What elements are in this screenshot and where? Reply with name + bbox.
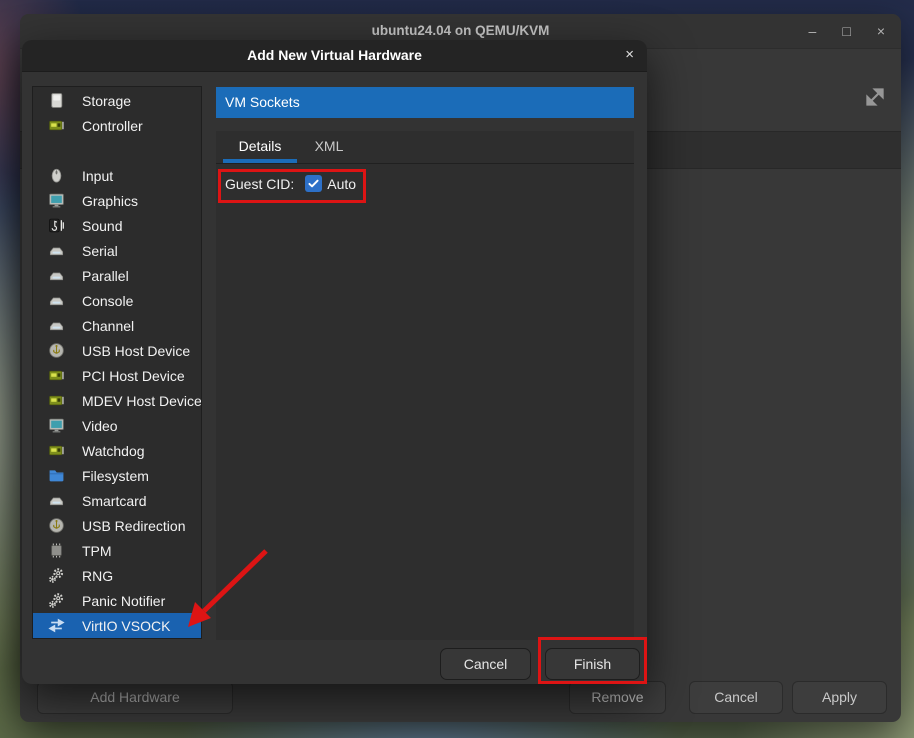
sidebar-item-mdev-host-device[interactable]: MDEV Host Device <box>33 388 201 413</box>
panel-notebook: Details XML Guest CID: Auto <box>216 131 634 640</box>
auto-checkbox[interactable] <box>305 175 322 192</box>
tpm-icon <box>48 542 65 559</box>
dialog-title: Add New Virtual Hardware <box>22 40 647 71</box>
sidebar-item-usb-host-device[interactable]: USB Host Device <box>33 338 201 363</box>
desktop: ubuntu24.04 on QEMU/KVM – □ × Add Hardwa… <box>0 0 914 738</box>
sidebar-item-panic-notifier[interactable]: Panic Notifier <box>33 588 201 613</box>
sidebar-item-rng[interactable]: RNG <box>33 563 201 588</box>
guest-cid-row: Guest CID: Auto <box>216 164 634 192</box>
sidebar-item-serial[interactable]: Serial <box>33 238 201 263</box>
auto-checkbox-label[interactable]: Auto <box>327 176 356 192</box>
sidebar-item-filesystem[interactable]: Filesystem <box>33 463 201 488</box>
sidebar-item-watchdog[interactable]: Watchdog <box>33 438 201 463</box>
tab-bar: Details XML <box>216 131 634 164</box>
sidebar-item-parallel[interactable]: Parallel <box>33 263 201 288</box>
monitor-icon <box>48 417 65 434</box>
cancel-button[interactable]: Cancel <box>440 648 531 680</box>
close-icon[interactable]: × <box>877 14 885 48</box>
usb-icon <box>48 517 65 534</box>
tab-xml[interactable]: XML <box>298 131 360 163</box>
apply-button[interactable]: Apply <box>792 681 887 714</box>
sidebar-item-tpm[interactable]: TPM <box>33 538 201 563</box>
gears-icon <box>48 592 65 609</box>
sidebar-separator <box>33 138 201 163</box>
sidebar-item-controller[interactable]: Controller <box>33 113 201 138</box>
gears-icon <box>48 567 65 584</box>
device-icon <box>48 492 65 509</box>
device-icon <box>48 267 65 284</box>
sidebar-item-usb-redirection[interactable]: USB Redirection <box>33 513 201 538</box>
dialog-titlebar: Add New Virtual Hardware × <box>22 40 647 72</box>
add-hardware-dialog: Add New Virtual Hardware × Storage Contr… <box>22 40 647 684</box>
finish-button[interactable]: Finish <box>545 648 640 680</box>
maximize-icon[interactable]: □ <box>842 14 850 48</box>
sidebar-item-channel[interactable]: Channel <box>33 313 201 338</box>
folder-icon <box>48 467 65 484</box>
add-hardware-button[interactable]: Add Hardware <box>37 681 233 714</box>
sidebar-item-smartcard[interactable]: Smartcard <box>33 488 201 513</box>
chip-icon <box>48 117 65 134</box>
fullscreen-icon[interactable] <box>862 84 888 110</box>
chip-icon <box>48 392 65 409</box>
device-icon <box>48 292 65 309</box>
chip-icon <box>48 367 65 384</box>
guest-cid-label: Guest CID: <box>225 176 294 192</box>
mouse-icon <box>48 167 65 184</box>
device-icon <box>48 317 65 334</box>
sidebar-item-video[interactable]: Video <box>33 413 201 438</box>
speaker-icon <box>48 217 65 234</box>
sidebar-item-sound[interactable]: Sound <box>33 213 201 238</box>
sidebar-item-storage[interactable]: Storage <box>33 88 201 113</box>
device-icon <box>48 242 65 259</box>
dialog-close-icon[interactable]: × <box>625 40 634 71</box>
chip-icon <box>48 442 65 459</box>
sidebar-item-graphics[interactable]: Graphics <box>33 188 201 213</box>
remove-button[interactable]: Remove <box>569 681 666 714</box>
usb-icon <box>48 342 65 359</box>
vsock-icon <box>48 617 65 634</box>
sidebar-item-pci-host-device[interactable]: PCI Host Device <box>33 363 201 388</box>
hardware-type-list: Storage Controller Input Graphics Sound … <box>32 86 202 639</box>
vm-cancel-button[interactable]: Cancel <box>689 681 783 714</box>
checkmark-icon <box>307 177 320 190</box>
disk-icon <box>48 92 65 109</box>
sidebar-item-input[interactable]: Input <box>33 163 201 188</box>
sidebar-item-virtio-vsock[interactable]: VirtIO VSOCK <box>33 613 201 638</box>
minimize-icon[interactable]: – <box>809 14 817 48</box>
window-controls: – □ × <box>809 14 885 48</box>
panel-header: VM Sockets <box>216 87 634 118</box>
monitor-icon <box>48 192 65 209</box>
tab-details[interactable]: Details <box>222 131 298 163</box>
sidebar-item-console[interactable]: Console <box>33 288 201 313</box>
